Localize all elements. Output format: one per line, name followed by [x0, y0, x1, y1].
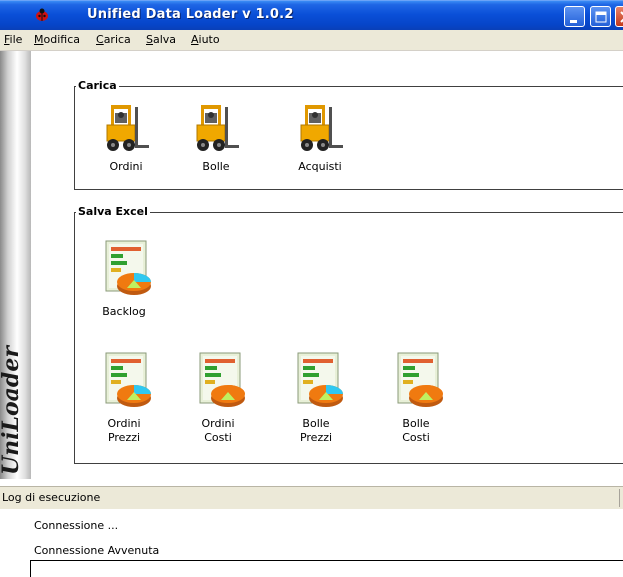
excel-report-icon	[199, 352, 245, 407]
forklift-icon	[300, 105, 343, 151]
menu-bar: File Modifica Carica Salva Aiuto	[0, 30, 623, 51]
carica-bolle-button[interactable]: Bolle	[176, 101, 256, 174]
salva-bolle-prezzi-line2: Prezzi	[299, 431, 333, 444]
log-entry-field[interactable]	[30, 560, 623, 577]
salva-bolle-costi-button[interactable]: Bolle Costi	[376, 350, 456, 445]
minimize-icon	[570, 20, 577, 23]
menu-aiuto[interactable]: Aiuto	[191, 33, 220, 46]
carica-ordini-button[interactable]: Ordini	[86, 101, 166, 174]
carica-acquisti-label: Acquisti	[298, 160, 342, 173]
salva-excel-group-title: Salva Excel	[76, 205, 150, 218]
salva-bolle-prezzi-line1: Bolle	[302, 417, 330, 430]
salva-ordini-costi-line2: Costi	[204, 431, 232, 444]
close-button[interactable]	[615, 6, 623, 27]
forklift-icon	[196, 105, 239, 151]
menu-salva[interactable]: Salva	[146, 33, 176, 46]
salva-backlog-button[interactable]: Backlog	[84, 238, 164, 319]
salva-ordini-prezzi-button[interactable]: Ordini Prezzi	[84, 350, 164, 445]
carica-group-title: Carica	[76, 79, 119, 92]
excel-report-icon	[105, 240, 151, 295]
ladybug-icon	[36, 8, 48, 21]
salva-backlog-label: Backlog	[102, 305, 146, 318]
carica-bolle-label: Bolle	[202, 160, 230, 173]
salva-ordini-prezzi-line2: Prezzi	[107, 431, 141, 444]
log-header: Log di esecuzione	[0, 486, 623, 510]
excel-report-icon	[397, 352, 443, 407]
maximize-icon	[595, 11, 607, 23]
title-bar[interactable]: Unified Data Loader v 1.0.2	[0, 0, 623, 31]
salva-bolle-costi-line1: Bolle	[402, 417, 430, 430]
salva-ordini-costi-button[interactable]: Ordini Costi	[178, 350, 258, 445]
excel-report-icon	[105, 352, 151, 407]
minimize-button[interactable]	[564, 6, 585, 27]
salva-ordini-costi-line1: Ordini	[201, 417, 235, 430]
menu-file[interactable]: File	[4, 33, 22, 46]
forklift-icon	[106, 105, 149, 151]
excel-report-icon	[297, 352, 343, 407]
close-icon	[620, 11, 623, 23]
window-title: Unified Data Loader v 1.0.2	[87, 7, 294, 22]
salva-bolle-prezzi-button[interactable]: Bolle Prezzi	[276, 350, 356, 445]
log-line: Connessione ...	[34, 519, 119, 532]
carica-acquisti-button[interactable]: Acquisti	[280, 101, 360, 174]
maximize-button[interactable]	[590, 6, 611, 27]
carica-ordini-label: Ordini	[109, 160, 143, 173]
menu-carica[interactable]: Carica	[96, 33, 131, 46]
column-divider[interactable]	[619, 489, 620, 507]
salva-ordini-prezzi-line1: Ordini	[107, 417, 141, 430]
brand-logo-text: UniLoader	[0, 346, 24, 475]
log-line: Connessione Avvenuta	[34, 544, 160, 557]
salva-bolle-costi-line2: Costi	[402, 431, 430, 444]
menu-modifica[interactable]: Modifica	[34, 33, 80, 46]
log-title: Log di esecuzione	[2, 491, 101, 504]
